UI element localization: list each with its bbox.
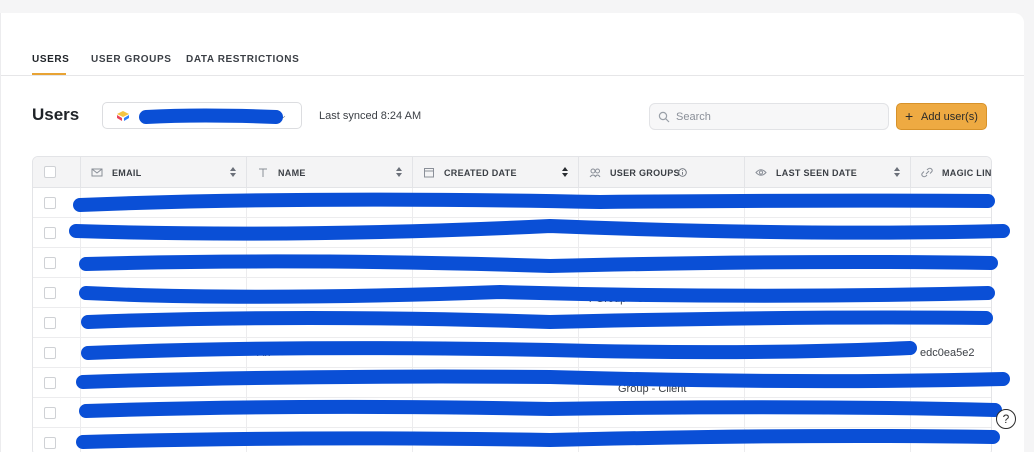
plus-icon: + — [905, 108, 914, 124]
table-row[interactable]: r Group - Client ... — [33, 278, 991, 308]
text-type-icon — [259, 168, 267, 177]
row-checkbox[interactable] — [44, 287, 56, 299]
row-checkbox[interactable] — [44, 227, 56, 239]
page-title: Users — [32, 105, 80, 124]
row-checkbox[interactable] — [44, 197, 56, 209]
table-row[interactable] — [33, 428, 991, 452]
table-row[interactable]: Ari edc0ea5e2 — [33, 338, 991, 368]
help-icon: ? — [1002, 412, 1010, 426]
row-checkbox[interactable] — [44, 317, 56, 329]
users-icon — [589, 168, 601, 178]
info-icon[interactable] — [678, 168, 687, 177]
search-box[interactable] — [649, 103, 889, 130]
user-groups-cell: r Group - Client ... — [589, 293, 677, 305]
help-button[interactable]: ? — [996, 409, 1016, 429]
magic-link-cell[interactable]: edc0ea5e2 — [920, 347, 974, 359]
table-row[interactable] — [33, 308, 991, 338]
calendar-icon — [424, 168, 434, 178]
column-header-last-seen-date[interactable]: LAST SEEN DATE — [744, 157, 910, 188]
column-header-user-groups[interactable]: USER GROUPS — [578, 157, 744, 188]
name-cell: Ari — [257, 347, 271, 359]
main-panel: USERS USER GROUPS DATA RESTRICTIONS User… — [0, 13, 1024, 452]
column-label: LAST SEEN DATE — [776, 168, 858, 178]
row-checkbox[interactable] — [44, 437, 56, 449]
active-tab-indicator — [32, 73, 66, 75]
column-label: MAGIC LIN — [942, 168, 992, 178]
column-label: USER GROUPS — [610, 168, 680, 178]
tab-users[interactable]: USERS — [32, 54, 69, 65]
tab-data-restrictions[interactable]: DATA RESTRICTIONS — [186, 54, 299, 65]
workspace-selector[interactable]: ⌄ — [102, 102, 302, 129]
table-header: EMAIL NAME CREATED DATE USER GROUPS LAST… — [33, 157, 991, 188]
users-table: EMAIL NAME CREATED DATE USER GROUPS LAST… — [32, 156, 992, 452]
row-checkbox[interactable] — [44, 257, 56, 269]
table-row[interactable] — [33, 218, 991, 248]
tab-bar: USERS USER GROUPS DATA RESTRICTIONS — [1, 13, 1024, 76]
chevron-down-icon: ⌄ — [279, 110, 287, 120]
column-label: CREATED DATE — [444, 168, 517, 178]
sort-icon — [230, 167, 236, 177]
row-checkbox[interactable] — [44, 347, 56, 359]
column-label: NAME — [278, 168, 306, 178]
workspace-logo-icon — [117, 111, 129, 121]
last-synced-text: Last synced 8:24 AM — [319, 110, 422, 122]
search-input[interactable] — [676, 108, 876, 126]
column-label: EMAIL — [112, 168, 142, 178]
search-icon — [658, 111, 670, 123]
row-checkbox[interactable] — [44, 377, 56, 389]
column-header-email[interactable]: EMAIL — [80, 157, 246, 188]
sort-icon-active — [562, 167, 568, 177]
table-row[interactable]: Group - Client — [33, 368, 991, 398]
user-groups-cell: Group - Client — [618, 383, 687, 395]
mail-icon — [91, 168, 103, 177]
row-checkbox[interactable] — [44, 407, 56, 419]
column-header-created-date[interactable]: CREATED DATE — [412, 157, 578, 188]
column-header-magic-link[interactable]: MAGIC LIN — [910, 157, 992, 188]
sort-icon — [894, 167, 900, 177]
table-row[interactable] — [33, 188, 991, 218]
add-users-label: Add user(s) — [921, 111, 978, 123]
add-users-button[interactable]: + Add user(s) — [896, 103, 987, 130]
tab-user-groups[interactable]: USER GROUPS — [91, 54, 172, 65]
column-header-name[interactable]: NAME — [246, 157, 412, 188]
link-icon — [921, 167, 933, 178]
select-all-checkbox[interactable] — [44, 166, 56, 178]
table-row[interactable] — [33, 398, 991, 428]
table-row[interactable] — [33, 248, 991, 278]
sort-icon — [396, 167, 402, 177]
eye-icon — [755, 169, 767, 176]
